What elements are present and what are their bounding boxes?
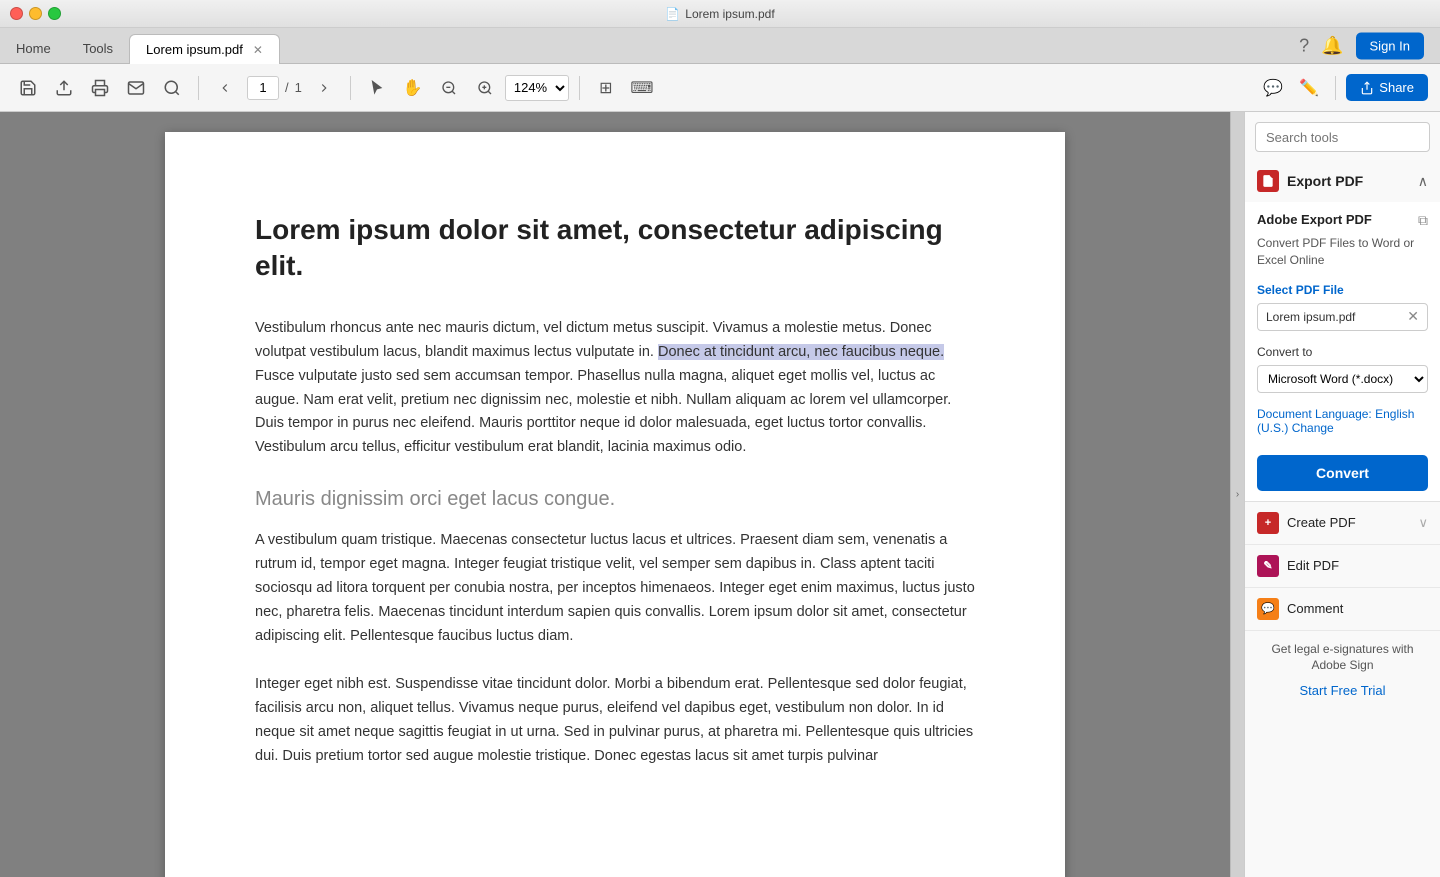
- page-separator: /: [285, 80, 289, 95]
- email-button[interactable]: [120, 72, 152, 104]
- page-number-input[interactable]: 1: [247, 76, 279, 100]
- pdf-icon-small: 📄: [665, 7, 680, 21]
- close-button[interactable]: [10, 7, 23, 20]
- prev-page-button[interactable]: [209, 72, 241, 104]
- comment-item[interactable]: 💬 Comment: [1245, 588, 1440, 631]
- doc-language: Document Language: English (U.S.) Change: [1257, 407, 1428, 435]
- export-pdf-content: Adobe Export PDF ⧉ Convert PDF Files to …: [1245, 202, 1440, 501]
- upload-button[interactable]: [48, 72, 80, 104]
- page-navigation: 1 / 1: [209, 72, 340, 104]
- window-title: 📄 Lorem ipsum.pdf: [665, 7, 774, 21]
- share-button[interactable]: Share: [1346, 74, 1428, 101]
- adobe-export-title: Adobe Export PDF: [1257, 212, 1372, 227]
- pdf-viewer[interactable]: Lorem ipsum dolor sit amet, consectetur …: [0, 112, 1230, 877]
- clear-file-icon[interactable]: ✕: [1407, 308, 1419, 325]
- create-pdf-label: Create PDF: [1287, 515, 1356, 530]
- tab-tools[interactable]: Tools: [67, 33, 129, 63]
- export-pdf-label: Export PDF: [1287, 173, 1363, 189]
- create-pdf-item[interactable]: + Create PDF ∨: [1245, 502, 1440, 545]
- start-trial-link[interactable]: Start Free Trial: [1300, 683, 1386, 698]
- copy-icon[interactable]: ⧉: [1418, 212, 1428, 229]
- hand-tool[interactable]: ✋: [397, 72, 429, 104]
- pdf-subheading: Mauris dignissim orci eget lacus congue.: [255, 488, 975, 511]
- edit-pdf-label: Edit PDF: [1287, 558, 1339, 573]
- edit-pdf-item[interactable]: ✎ Edit PDF: [1245, 545, 1440, 588]
- signin-button[interactable]: Sign In: [1356, 32, 1424, 59]
- chevron-up-icon: ∧: [1418, 173, 1428, 190]
- collapse-arrow-icon: ›: [1236, 489, 1239, 500]
- comment-icon: 💬: [1257, 598, 1279, 620]
- toolbar: 1 / 1 ✋ 124% 100% 75% 50% 150% ⊞ ⌨ 💬 ✏️ …: [0, 64, 1440, 112]
- change-language-link[interactable]: Change: [1292, 421, 1334, 435]
- toolbar-divider-4: [1335, 76, 1336, 100]
- export-pdf-header[interactable]: Export PDF ∧: [1245, 160, 1440, 202]
- comment-label: Comment: [1287, 601, 1343, 616]
- maximize-button[interactable]: [48, 7, 61, 20]
- search-button[interactable]: [156, 72, 188, 104]
- keyboard-tool[interactable]: ⌨: [626, 72, 658, 104]
- tab-document[interactable]: Lorem ipsum.pdf ✕: [129, 34, 280, 64]
- pen-tool[interactable]: ✏️: [1293, 72, 1325, 104]
- zoom-select[interactable]: 124% 100% 75% 50% 150%: [505, 75, 569, 101]
- comment-tool[interactable]: 💬: [1257, 72, 1289, 104]
- panel-footer: Get legal e-signatures with Adobe Sign S…: [1245, 631, 1440, 711]
- help-icon[interactable]: ?: [1299, 35, 1309, 56]
- total-pages: 1: [295, 80, 302, 95]
- pdf-paragraph-2: A vestibulum quam tristique. Maecenas co…: [255, 529, 975, 649]
- create-pdf-icon: +: [1257, 512, 1279, 534]
- pdf-paragraph-1: Vestibulum rhoncus ante nec mauris dictu…: [255, 317, 975, 461]
- filename-display: Lorem ipsum.pdf: [1266, 310, 1355, 324]
- export-pdf-icon: [1257, 170, 1279, 192]
- convert-to-label: Convert to: [1257, 345, 1428, 359]
- search-tools-input[interactable]: [1255, 122, 1430, 152]
- tab-home[interactable]: Home: [0, 33, 67, 63]
- adjust-tool[interactable]: ⊞: [590, 72, 622, 104]
- toolbar-divider-2: [350, 76, 351, 100]
- panel-collapse-handle[interactable]: ›: [1230, 112, 1244, 877]
- tabbar: Home Tools Lorem ipsum.pdf ✕ ? 🔔 Sign In: [0, 28, 1440, 64]
- tabbar-right: ? 🔔 Sign In: [1299, 32, 1424, 59]
- select-pdf-label: Select PDF File: [1257, 283, 1428, 297]
- next-page-button[interactable]: [308, 72, 340, 104]
- main-layout: Lorem ipsum dolor sit amet, consectetur …: [0, 112, 1440, 877]
- adobe-export-desc: Convert PDF Files to Word or Excel Onlin…: [1257, 235, 1428, 269]
- pdf-paragraph-3: Integer eget nibh est. Suspendisse vitae…: [255, 673, 975, 769]
- minimize-button[interactable]: [29, 7, 42, 20]
- cursor-tool[interactable]: [361, 72, 393, 104]
- highlighted-text: Donec at tincidunt arcu, nec faucibus ne…: [658, 344, 944, 360]
- toolbar-divider-1: [198, 76, 199, 100]
- convert-to-select[interactable]: Microsoft Word (*.docx) Microsoft Excel …: [1257, 365, 1428, 393]
- footer-text: Get legal e-signatures with Adobe Sign: [1257, 641, 1428, 675]
- file-input-row[interactable]: Lorem ipsum.pdf ✕: [1257, 303, 1428, 331]
- export-pdf-section: Export PDF ∧ Adobe Export PDF ⧉ Convert …: [1245, 160, 1440, 502]
- zoom-out-button[interactable]: [433, 72, 465, 104]
- window-controls[interactable]: [10, 7, 61, 20]
- print-button[interactable]: [84, 72, 116, 104]
- right-panel: Export PDF ∧ Adobe Export PDF ⧉ Convert …: [1244, 112, 1440, 877]
- notification-icon[interactable]: 🔔: [1321, 35, 1343, 56]
- create-pdf-chevron: ∨: [1418, 515, 1428, 531]
- tab-close-icon[interactable]: ✕: [253, 43, 263, 57]
- save-button[interactable]: [12, 72, 44, 104]
- toolbar-divider-3: [579, 76, 580, 100]
- pdf-page: Lorem ipsum dolor sit amet, consectetur …: [165, 132, 1065, 877]
- zoom-in-button[interactable]: [469, 72, 501, 104]
- titlebar: 📄 Lorem ipsum.pdf: [0, 0, 1440, 28]
- pdf-heading: Lorem ipsum dolor sit amet, consectetur …: [255, 212, 975, 285]
- edit-pdf-icon: ✎: [1257, 555, 1279, 577]
- convert-button[interactable]: Convert: [1257, 455, 1428, 491]
